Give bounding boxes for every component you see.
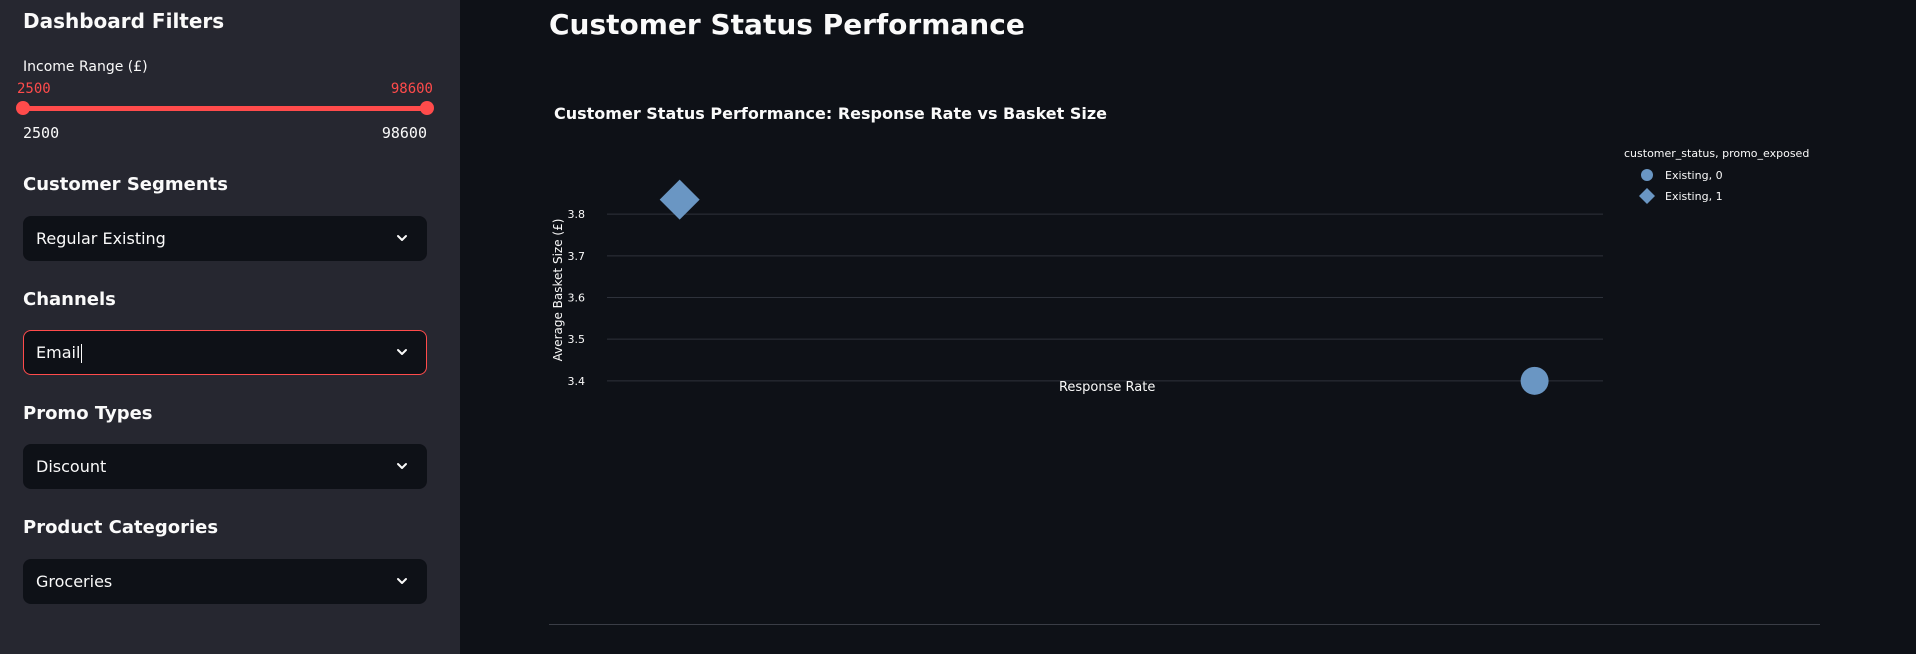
categories-value: Groceries [36, 572, 113, 591]
y-tick-label: 3.6 [568, 292, 586, 305]
legend-marker [1639, 188, 1655, 204]
sidebar: Dashboard Filters Income Range (£) 2500 … [0, 0, 460, 654]
chevron-down-icon[interactable] [395, 459, 409, 473]
legend-title: customer_status, promo_exposed [1624, 147, 1809, 160]
segments-select[interactable]: Regular Existing [23, 216, 427, 261]
text-cursor [81, 344, 83, 363]
income-max-label: 98600 [381, 124, 427, 142]
scatter-chart: 3.43.53.63.73.800.050.10.150.2Response R… [551, 147, 1809, 395]
income-range-slider[interactable] [23, 106, 427, 111]
data-point [1520, 366, 1549, 395]
divider [549, 624, 1820, 625]
promo-types-value: Discount [36, 457, 107, 476]
y-tick-label: 3.4 [568, 375, 586, 388]
x-axis-label: Response Rate [1059, 380, 1155, 395]
legend-marker [1641, 169, 1653, 181]
promo-types-select[interactable]: Discount [23, 444, 427, 489]
income-low-handle[interactable] [16, 101, 30, 115]
chevron-down-icon[interactable] [395, 345, 409, 359]
income-high-value: 98600 [390, 81, 433, 97]
chevron-down-icon[interactable] [395, 231, 409, 245]
chevron-down-icon[interactable] [395, 574, 409, 588]
y-tick-label: 3.5 [568, 333, 586, 346]
channels-label: Channels [23, 289, 116, 310]
income-min-label: 2500 [23, 124, 60, 142]
y-axis-label: Average Basket Size (£) [551, 219, 565, 362]
segments-value: Regular Existing [36, 229, 166, 248]
channels-select[interactable]: Email [23, 330, 427, 375]
y-tick-label: 3.7 [568, 250, 586, 263]
sidebar-title: Dashboard Filters [23, 9, 225, 33]
categories-label: Product Categories [23, 517, 219, 538]
income-low-value: 2500 [17, 81, 51, 97]
segments-label: Customer Segments [23, 174, 228, 195]
income-high-handle[interactable] [420, 101, 434, 115]
channels-value: Email [36, 343, 81, 362]
data-point [659, 179, 700, 220]
promo-types-label: Promo Types [23, 403, 153, 424]
legend-item: Existing, 1 [1665, 190, 1723, 203]
page-title: Customer Status Performance [549, 8, 1025, 41]
y-tick-label: 3.8 [568, 208, 586, 221]
income-range-label: Income Range (£) [23, 59, 148, 75]
categories-select[interactable]: Groceries [23, 559, 427, 604]
chart-title: Customer Status Performance: Response Ra… [554, 104, 1108, 123]
legend-item: Existing, 0 [1665, 169, 1723, 182]
